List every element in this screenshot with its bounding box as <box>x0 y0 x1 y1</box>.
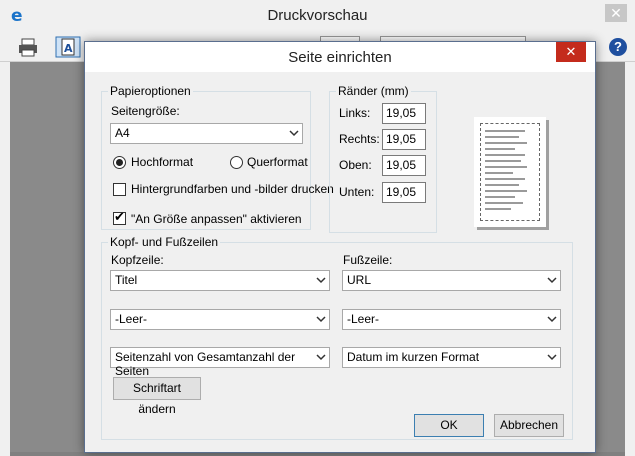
page-margin-outline <box>480 123 540 221</box>
text-line <box>485 160 521 162</box>
ok-button[interactable]: OK <box>414 414 484 437</box>
footer-select-3-value: Datum im kurzen Format <box>347 350 480 364</box>
header-select-2[interactable]: -Leer- <box>110 309 330 330</box>
margin-top-label: Oben: <box>339 158 372 172</box>
header-select-3[interactable]: Seitenzahl von Gesamtanzahl der Seiten <box>110 347 330 378</box>
cancel-button[interactable]: Abbrechen <box>494 414 564 437</box>
page-size-value: A4 <box>115 126 130 140</box>
paper-options-group: Papieroptionen Seitengröße: A4 Hochforma… <box>101 84 334 230</box>
header-label: Kopfzeile: <box>111 253 164 267</box>
page-setup-dialog: Seite einrichten ✕ Papieroptionen Seiten… <box>84 41 596 453</box>
margins-group: Ränder (mm) Links: 19,05 Rechts: 19,05 O… <box>329 84 437 233</box>
window-right-border <box>625 62 635 456</box>
text-line <box>485 142 527 144</box>
text-line <box>485 154 525 156</box>
page-size-select[interactable]: A4 <box>110 123 303 144</box>
footer-select-2-value: -Leer- <box>347 312 380 326</box>
chevron-down-icon <box>547 354 557 361</box>
text-line <box>485 184 519 186</box>
change-font-button[interactable]: Schriftart ändern <box>113 377 201 416</box>
page-setup-icon[interactable]: A <box>55 36 81 58</box>
text-line <box>485 130 525 132</box>
chevron-down-icon <box>316 354 326 361</box>
portrait-radio[interactable] <box>113 156 126 169</box>
text-line <box>485 148 515 150</box>
text-line <box>485 196 515 198</box>
checkmark-icon: ✔ <box>114 209 125 224</box>
footer-select-1[interactable]: URL <box>342 270 561 291</box>
margin-right-label: Rechts: <box>339 132 380 146</box>
landscape-label: Querformat <box>247 155 308 169</box>
page-size-label: Seitengröße: <box>111 104 180 118</box>
header-select-2-value: -Leer- <box>115 312 148 326</box>
window-left-border <box>0 62 10 456</box>
dialog-titlebar: Seite einrichten ✕ <box>85 42 595 72</box>
footer-select-1-value: URL <box>347 273 372 287</box>
shrink-to-fit-checkbox[interactable]: ✔ <box>113 209 126 225</box>
text-line <box>485 202 523 204</box>
window-titlebar: e Druckvorschau ✕ <box>0 0 635 32</box>
header-footer-group: Kopf- und Fußzeilen Kopfzeile: Fußzeile:… <box>101 235 573 440</box>
footer-label: Fußzeile: <box>343 253 393 267</box>
dialog-close-button[interactable]: ✕ <box>556 42 586 62</box>
help-icon[interactable]: ? <box>609 38 627 56</box>
margin-top-input[interactable]: 19,05 <box>382 155 426 176</box>
text-line <box>485 178 525 180</box>
text-line <box>485 190 527 192</box>
chevron-down-icon <box>316 316 326 323</box>
text-line <box>485 172 513 174</box>
margins-legend: Ränder (mm) <box>336 84 411 98</box>
print-background-checkbox[interactable] <box>113 183 126 196</box>
chevron-down-icon <box>289 130 299 137</box>
paper-options-legend: Papieroptionen <box>108 84 193 98</box>
footer-select-2[interactable]: -Leer- <box>342 309 561 330</box>
window-title: Druckvorschau <box>267 7 368 24</box>
margin-left-input[interactable]: 19,05 <box>382 103 426 124</box>
shrink-to-fit-label: "An Größe anpassen" aktivieren <box>131 212 302 226</box>
page-preview-thumbnail <box>474 117 546 227</box>
print-icon[interactable] <box>16 36 40 58</box>
footer-select-3[interactable]: Datum im kurzen Format <box>342 347 561 368</box>
svg-text:A: A <box>64 42 73 55</box>
margin-left-label: Links: <box>339 106 371 120</box>
margin-right-input[interactable]: 19,05 <box>382 129 426 150</box>
chevron-down-icon <box>316 277 326 284</box>
margin-bottom-label: Unten: <box>339 185 375 199</box>
text-line <box>485 166 527 168</box>
header-select-3-value: Seitenzahl von Gesamtanzahl der Seiten <box>115 350 296 378</box>
text-line <box>485 208 511 210</box>
landscape-radio[interactable] <box>230 156 243 169</box>
chevron-down-icon <box>547 277 557 284</box>
window-close-button[interactable]: ✕ <box>605 4 627 22</box>
header-footer-legend: Kopf- und Fußzeilen <box>108 235 221 249</box>
margin-bottom-input[interactable]: 19,05 <box>382 182 426 203</box>
dialog-body: Papieroptionen Seitengröße: A4 Hochforma… <box>85 72 595 452</box>
portrait-label: Hochformat <box>131 155 194 169</box>
print-background-label: Hintergrundfarben und -bilder drucken <box>131 182 334 196</box>
header-select-1-value: Titel <box>115 273 138 287</box>
text-line <box>485 136 519 138</box>
header-select-1[interactable]: Titel <box>110 270 330 291</box>
chevron-down-icon <box>547 316 557 323</box>
dialog-title: Seite einrichten <box>288 49 392 66</box>
